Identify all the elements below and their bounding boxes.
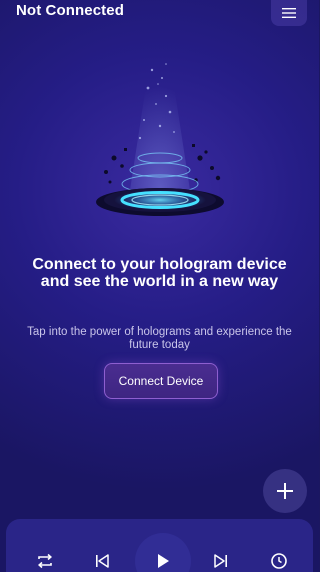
repeat-button[interactable] (33, 549, 57, 572)
skip-next-icon (214, 554, 227, 568)
plus-icon (277, 483, 293, 499)
timer-button[interactable] (267, 549, 291, 572)
play-button[interactable] (151, 549, 175, 572)
connection-status-title: Not Connected (16, 2, 124, 19)
app-screen: Not Connected Connect to your hologram d… (0, 0, 319, 572)
player-controls-bar (6, 519, 313, 572)
hamburger-menu-icon (282, 8, 296, 18)
next-button[interactable] (209, 549, 233, 572)
hologram-projector-icon (96, 60, 224, 216)
skip-previous-icon (96, 554, 109, 568)
hero-subtext: Tap into the power of holograms and expe… (27, 326, 292, 351)
play-icon (158, 554, 169, 568)
header: Not Connected (0, 0, 319, 34)
hero-headline: Connect to your hologram device and see … (32, 256, 287, 290)
repeat-icon (37, 553, 53, 569)
previous-button[interactable] (90, 549, 114, 572)
menu-button[interactable] (271, 0, 307, 26)
add-button[interactable] (263, 469, 307, 513)
timer-icon (271, 553, 287, 569)
connect-device-button[interactable]: Connect Device (104, 363, 218, 399)
